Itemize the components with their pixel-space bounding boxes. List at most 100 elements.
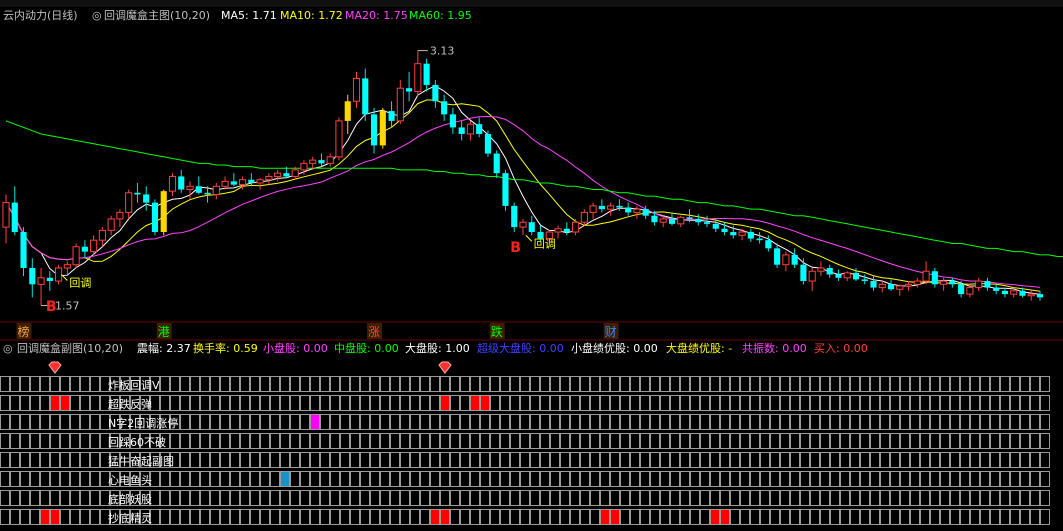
signal-cell (580, 490, 590, 506)
signal-cell (270, 433, 280, 449)
candle-body (791, 254, 798, 265)
signal-cell (550, 471, 560, 487)
signal-cell (910, 395, 920, 411)
signal-cell (850, 509, 860, 525)
signal-cell (420, 471, 430, 487)
candle-body (274, 172, 282, 177)
event-marker[interactable]: 财 (605, 325, 617, 339)
signal-cell (890, 452, 900, 468)
candle-body (291, 169, 299, 177)
signal-cell (330, 452, 340, 468)
signal-cell (1010, 414, 1020, 430)
candle-body (904, 283, 913, 287)
signal-cell (360, 452, 370, 468)
signal-cell (380, 490, 390, 506)
signal-cell (80, 452, 90, 468)
signal-cell (640, 376, 650, 392)
signal-cell (310, 376, 320, 392)
signal-cell (220, 471, 230, 487)
signal-cell (300, 490, 310, 506)
collapse-icon[interactable]: ◎ (3, 341, 13, 357)
signal-cell (310, 452, 320, 468)
signal-row-label: 猛牛奋起副图 (108, 454, 174, 468)
signal-cell (650, 395, 660, 411)
candle-body (476, 124, 483, 134)
signal-cell (250, 490, 260, 506)
signal-cell (1040, 490, 1050, 506)
candle-body (221, 180, 229, 187)
candle-body (90, 239, 98, 253)
signal-cell (380, 395, 390, 411)
candle-body (125, 192, 133, 213)
signal-cell (820, 395, 830, 411)
signal-cell (860, 395, 870, 411)
sub-indicator-name[interactable]: 回调魔盒副图(10,20) (17, 341, 123, 357)
signal-cell (920, 490, 930, 506)
signal-cell (800, 414, 810, 430)
signal-cell (570, 395, 580, 411)
signal-cell (220, 414, 230, 430)
signal-cell (270, 471, 280, 487)
signal-cell (180, 490, 190, 506)
signal-cell (300, 452, 310, 468)
signal-cell (50, 433, 60, 449)
event-marker[interactable]: 榜 (18, 324, 30, 339)
signal-cell (740, 376, 750, 392)
signal-cell (560, 509, 570, 525)
collapse-icon[interactable]: ◎ (92, 7, 102, 25)
signal-cell (770, 414, 780, 430)
signal-cell (770, 395, 780, 411)
signal-cell (880, 452, 890, 468)
signal-cell (700, 452, 710, 468)
signal-cell (530, 490, 540, 506)
signal-cell (610, 490, 620, 506)
candle-body (782, 254, 790, 266)
signal-cell (760, 490, 770, 506)
signal-cell (270, 490, 280, 506)
event-marker[interactable]: 跌 (491, 324, 503, 339)
signal-cell (420, 452, 430, 468)
signal-cell (90, 376, 100, 392)
signal-cell (10, 433, 20, 449)
event-marker[interactable]: 港 (158, 325, 170, 339)
signal-cell (60, 433, 70, 449)
signal-cell (460, 452, 470, 468)
signal-cell (800, 433, 810, 449)
signal-cell (10, 395, 20, 411)
signal-cell (560, 490, 570, 506)
signal-cell (680, 490, 690, 506)
signal-cell (420, 490, 430, 506)
signal-cell (630, 471, 640, 487)
signal-cell (680, 414, 690, 430)
signal-cell (390, 414, 400, 430)
signal-cell (620, 414, 630, 430)
signal-cell (640, 414, 650, 430)
signal-cell (350, 414, 360, 430)
signal-cell (1000, 490, 1010, 506)
signal-cell (880, 395, 890, 411)
signal-cell (680, 452, 690, 468)
signal-cell (250, 414, 260, 430)
signal-cell (640, 509, 650, 525)
signal-cell (790, 490, 800, 506)
candle-body (143, 194, 150, 203)
signal-cell (700, 395, 710, 411)
signal-cell (580, 414, 590, 430)
event-marker[interactable]: 涨 (368, 324, 380, 339)
candle-body (651, 215, 658, 223)
signal-cell (40, 471, 50, 487)
indicator-name[interactable]: 回调魔盒主图(10,20) (104, 7, 210, 25)
signal-cell (820, 452, 830, 468)
signal-cell (620, 490, 630, 506)
candle-body (993, 287, 1000, 291)
kline-chart[interactable]: 3.131.57BB回调回调榜港涨跌财预 (0, 25, 1063, 341)
signal-cell (550, 452, 560, 468)
signal-cell (710, 433, 720, 449)
signal-cell (580, 433, 590, 449)
candle-body (528, 222, 535, 233)
signal-cell (80, 471, 90, 487)
signal-cell (720, 471, 730, 487)
signal-cell (400, 509, 410, 525)
signal-cell (970, 471, 980, 487)
candle-body (817, 267, 825, 272)
